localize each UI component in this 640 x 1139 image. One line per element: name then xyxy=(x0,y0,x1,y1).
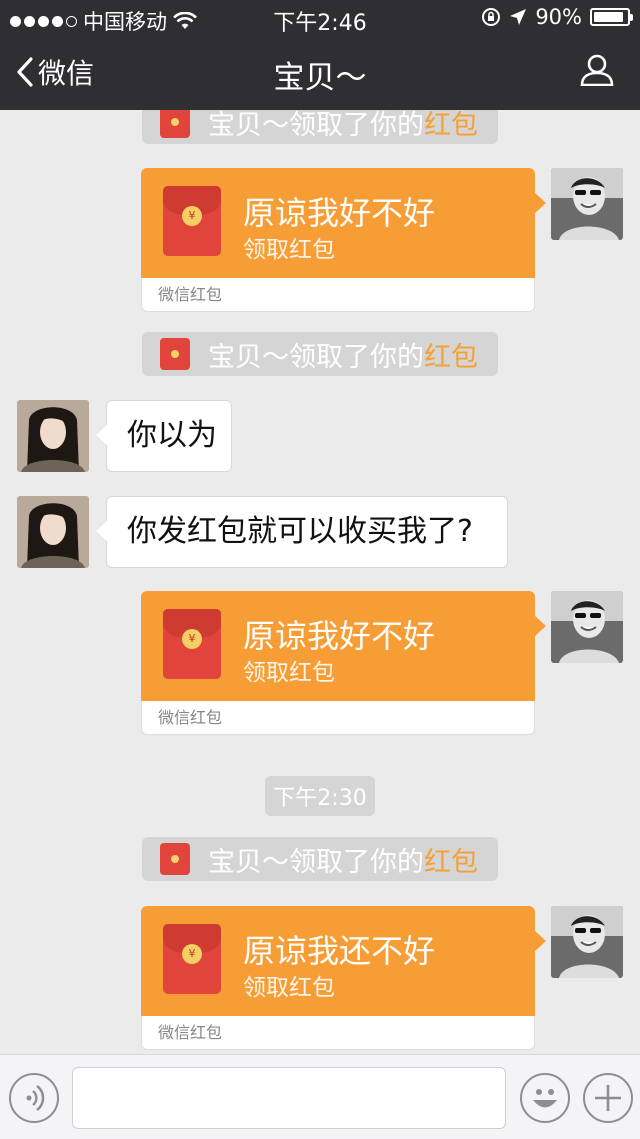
system-message: 宝贝～领取了你的 红包 xyxy=(142,837,498,881)
message-text: 你发红包就可以收买我了? xyxy=(127,514,473,549)
system-link-red-packet[interactable]: 红包 xyxy=(424,110,478,142)
red-packet-text: 原谅我好不好 xyxy=(243,617,436,655)
red-packet-message[interactable]: ¥ 原谅我还不好 领取红包 微信红包 xyxy=(141,906,546,1050)
battery-icon xyxy=(590,8,633,26)
system-link-red-packet[interactable]: 红包 xyxy=(424,335,478,374)
avatar-self[interactable] xyxy=(551,591,623,663)
red-packet-action: 领取红包 xyxy=(243,660,335,686)
red-packet-text: 原谅我还不好 xyxy=(243,932,436,970)
message-input[interactable] xyxy=(72,1067,506,1129)
message-text: 你以为 xyxy=(127,418,217,453)
rotation-lock-icon xyxy=(482,8,501,26)
chat-title: 宝贝～ xyxy=(273,60,367,96)
red-packet-footer: 微信红包 xyxy=(141,1016,535,1050)
red-packet-message[interactable]: ¥ 原谅我好不好 领取红包 微信红包 xyxy=(141,168,546,312)
red-packet-footer: 微信红包 xyxy=(141,701,535,735)
chat-area[interactable]: 宝贝～领取了你的 红包 ¥ 原谅我好不好 领取红包 微信红包 宝贝～领取了你的 红包 xyxy=(0,110,640,1054)
red-packet-icon xyxy=(160,843,190,875)
timestamp-label: 下午2:30 xyxy=(265,776,375,816)
red-envelope-icon: ¥ xyxy=(163,186,221,256)
red-packet-action: 领取红包 xyxy=(243,975,335,1001)
nav-bar: 微信 宝贝～ xyxy=(0,36,640,110)
top-bar: 中国移动 下午2:46 90% 微信 宝贝～ xyxy=(0,0,640,110)
avatar-self[interactable] xyxy=(551,168,623,240)
red-packet-text: 原谅我好不好 xyxy=(243,194,436,232)
chat-bubble-incoming[interactable]: 你发红包就可以收买我了? xyxy=(96,496,508,568)
battery-percent: 90% xyxy=(535,5,582,29)
system-link-red-packet[interactable]: 红包 xyxy=(424,840,478,879)
plus-icon[interactable] xyxy=(583,1073,633,1123)
system-message: 宝贝～领取了你的 红包 xyxy=(142,110,498,144)
red-packet-action: 领取红包 xyxy=(243,237,335,263)
red-packet-footer: 微信红包 xyxy=(141,278,535,312)
red-packet-message[interactable]: ¥ 原谅我好不好 领取红包 微信红包 xyxy=(141,591,546,735)
chat-info-button[interactable] xyxy=(580,54,614,86)
emoji-icon[interactable] xyxy=(520,1073,570,1123)
red-envelope-icon: ¥ xyxy=(163,609,221,679)
status-bar: 中国移动 下午2:46 90% xyxy=(0,0,640,36)
voice-icon[interactable] xyxy=(9,1073,59,1123)
red-envelope-icon: ¥ xyxy=(163,924,221,994)
system-text: 宝贝～领取了你的 xyxy=(208,341,424,373)
input-bar xyxy=(0,1054,640,1139)
system-message: 宝贝～领取了你的 红包 xyxy=(142,332,498,376)
red-packet-icon xyxy=(160,110,190,138)
system-text: 宝贝～领取了你的 xyxy=(208,846,424,878)
red-packet-icon xyxy=(160,338,190,370)
avatar-contact[interactable] xyxy=(17,400,89,472)
system-text: 宝贝～领取了你的 xyxy=(208,110,424,141)
avatar-contact[interactable] xyxy=(17,496,89,568)
avatar-self[interactable] xyxy=(551,906,623,978)
location-icon xyxy=(510,9,527,25)
chat-bubble-incoming[interactable]: 你以为 xyxy=(96,400,232,472)
